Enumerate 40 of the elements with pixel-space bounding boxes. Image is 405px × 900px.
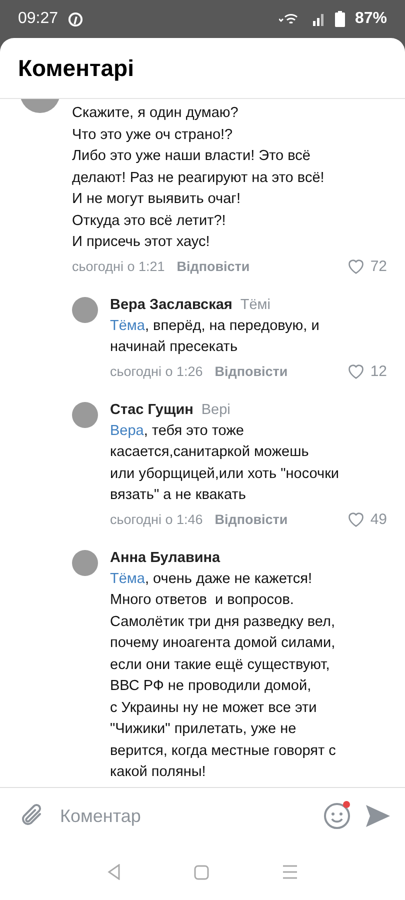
- like-count: 72: [370, 258, 387, 274]
- author-name[interactable]: Анна Булавина: [110, 550, 220, 566]
- comment-time: сьогодні о 1:21: [72, 258, 165, 274]
- reply-link[interactable]: Відповісти: [214, 364, 288, 378]
- author-name[interactable]: Стас Гущин: [110, 402, 194, 418]
- battery-icon: [334, 11, 345, 27]
- comment-input-field[interactable]: Коментар: [58, 804, 309, 828]
- avatar[interactable]: [72, 296, 98, 322]
- signal-icon: [312, 12, 325, 26]
- reply-to-name: Тёмі: [240, 296, 270, 312]
- comment-time: сьогодні о 1:26: [110, 364, 203, 378]
- battery-percent: 87%: [354, 10, 387, 28]
- back-nav-icon[interactable]: [106, 864, 121, 880]
- heart-icon[interactable]: [347, 511, 366, 527]
- home-nav-icon[interactable]: [194, 864, 209, 880]
- heart-icon[interactable]: [347, 363, 366, 379]
- mention-link[interactable]: Тёма: [110, 318, 145, 334]
- comment-text: Вера, тебя это тоже касается,санитаркой можешь или уборщицей,или хоть "носочки вязать" а не квакать: [110, 422, 340, 505]
- emoji-button[interactable]: [323, 802, 351, 830]
- avatar[interactable]: [72, 402, 98, 428]
- mention-link[interactable]: Вера: [110, 422, 144, 438]
- clock-time: 09:27: [18, 10, 58, 28]
- like-count: 12: [370, 362, 387, 380]
- menu-nav-icon[interactable]: [282, 865, 298, 879]
- like-count: 49: [370, 510, 387, 528]
- author-name[interactable]: Вера Заславская: [110, 296, 232, 312]
- avatar[interactable]: [72, 550, 98, 576]
- pin-logo-icon: [68, 12, 84, 26]
- heart-icon[interactable]: [347, 258, 366, 274]
- comment-text: Тёма, вперёд, на передовую, и начинай пресекать: [110, 316, 320, 357]
- reply-to-name: Вері: [201, 402, 230, 418]
- comment-text: Скажите, я один думаю? Что это уже оч страно!? Либо это уже наши власти! Это всё делают! Раз не реагируют на это всё! И не могут выявить очаг! Откуда это всё летит?! И присечь этот хаус!: [72, 104, 326, 252]
- comment-text: Тёма, очень даже не кажется! Много ответов и вопросов. Самолётик три дня разведку вел, почему иноагента домой силами, если они такие ещё существуют, ВВС РФ не проводили домой, с Украины ну не может все эти "Чижики" прилетать, уже не верится, когда местные говорят с какой поляны!: [110, 570, 337, 782]
- mention-link[interactable]: Тёма: [110, 570, 145, 586]
- reply-link[interactable]: Відповісти: [214, 512, 288, 526]
- comment-time: сьогодні о 1:46: [110, 512, 203, 526]
- reply-link[interactable]: Відповісти: [176, 258, 250, 274]
- smiley-icon: [323, 802, 351, 830]
- send-icon[interactable]: [365, 804, 391, 828]
- page-title: Коментарі: [18, 54, 134, 82]
